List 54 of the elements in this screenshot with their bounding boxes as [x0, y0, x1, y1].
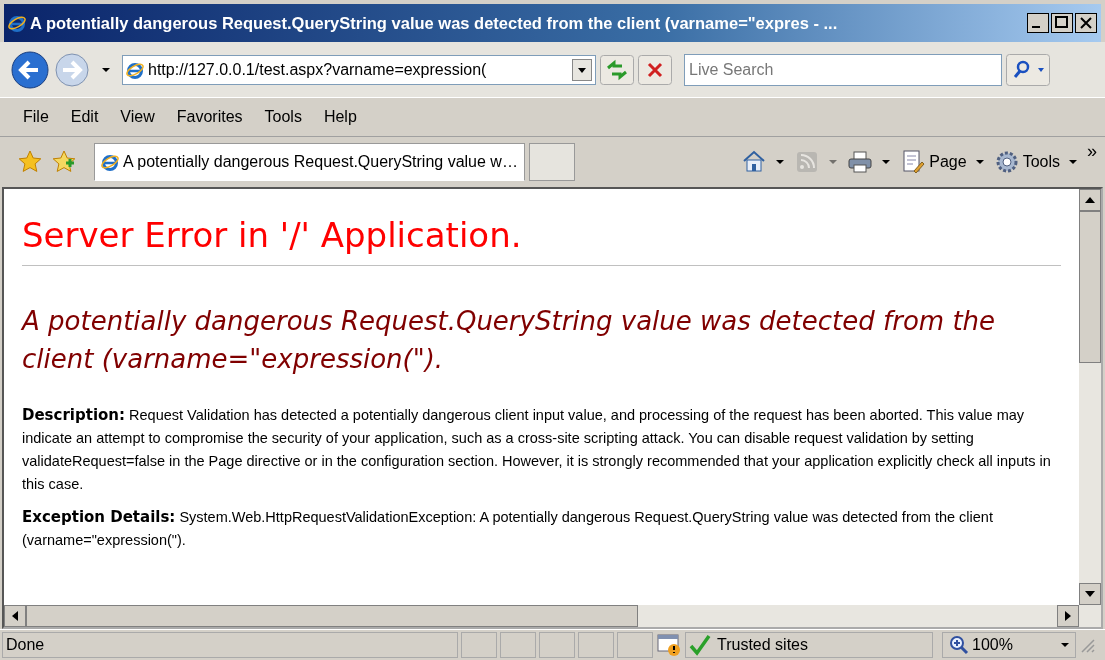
status-pane — [461, 632, 497, 658]
caret-icon[interactable] — [882, 160, 891, 164]
dropdown-icon[interactable] — [572, 58, 592, 81]
search-icon[interactable] — [1006, 53, 1050, 86]
address-field[interactable]: http://127.0.0.1/test.aspx?varname=expression( — [122, 54, 596, 85]
error-message: A potentially dangerous Request.QueryString value was detected from the client (varname="expression("). — [22, 305, 997, 376]
caret-icon[interactable] — [1069, 160, 1077, 164]
menu-item[interactable]: Edit — [59, 108, 110, 126]
error-heading: Server Error in '/' Application. — [22, 215, 523, 255]
add-favorite-icon[interactable] — [52, 150, 76, 174]
horizontal-scrollbar[interactable] — [4, 605, 1101, 627]
checkmark-icon — [689, 634, 711, 656]
scroll-right-icon[interactable] — [1057, 605, 1079, 627]
window-title: A potentially dangerous Request.QueryString value was detected from the client (varname="expres - ... — [30, 13, 839, 33]
status-pane — [617, 632, 653, 658]
status-pane — [500, 632, 536, 658]
menu-item[interactable]: View — [109, 108, 166, 126]
status-pane — [539, 632, 575, 658]
scroll-down-icon[interactable] — [1079, 583, 1101, 605]
stop-icon[interactable] — [638, 54, 672, 85]
menu-item[interactable]: Favorites — [165, 108, 254, 126]
scroll-thumb[interactable] — [1079, 211, 1101, 363]
scroll-left-icon[interactable] — [4, 605, 26, 627]
browser-tab[interactable]: A potentially dangerous Request.QueryString value w… — [94, 143, 525, 181]
caret-icon[interactable] — [776, 160, 785, 164]
menu-item[interactable]: File — [12, 108, 60, 126]
overflow-chevron[interactable]: » — [1087, 141, 1097, 162]
resize-grip-icon[interactable] — [1079, 637, 1095, 653]
vertical-scrollbar[interactable] — [1079, 189, 1101, 605]
minimize-icon[interactable] — [1027, 13, 1049, 33]
popup-blocked-icon[interactable] — [656, 633, 682, 657]
back-icon[interactable] — [10, 49, 50, 90]
star-icon[interactable] — [18, 150, 42, 174]
status-text: Done — [2, 632, 458, 658]
caret-icon[interactable] — [975, 160, 984, 164]
search-field[interactable]: Live Search — [684, 53, 1002, 86]
caret-icon[interactable] — [102, 67, 110, 72]
toolbar-menu[interactable]: Tools — [1022, 153, 1060, 171]
printer-icon[interactable] — [847, 149, 874, 175]
menu-item[interactable]: Tools — [253, 108, 313, 126]
zoom-icon[interactable] — [949, 635, 969, 655]
error-paragraph: Description: Request Validation has detected a potentially dangerous client input value, and processing of the request has been aborted. This value may indicate an attempt to compromise the security of your application, such as a cross-site scripting attack. You can disable request validation by setting validateRequest=false in the Page directive or in the configuration section. However, it is strongly recommended that your application explicitly check all inputs in this case. — [22, 405, 1052, 494]
status-pane — [578, 632, 614, 658]
menu-item[interactable]: Help — [312, 108, 368, 126]
error-paragraph: Exception Details: System.Web.HttpRequestValidationException: A potentially dangerous Request.QueryString value was detected from the client (varname="expression("). — [22, 507, 994, 550]
maximize-icon[interactable] — [1051, 13, 1073, 33]
toolbar-menu[interactable]: Page — [929, 153, 967, 171]
browser-icon — [8, 14, 26, 32]
refresh-icon[interactable] — [600, 54, 634, 85]
close-icon[interactable] — [1075, 13, 1097, 33]
scroll-thumb[interactable] — [26, 605, 638, 627]
caret-icon[interactable] — [1061, 643, 1069, 647]
security-zone: Trusted sites — [717, 636, 808, 654]
scroll-up-icon[interactable] — [1079, 189, 1101, 211]
